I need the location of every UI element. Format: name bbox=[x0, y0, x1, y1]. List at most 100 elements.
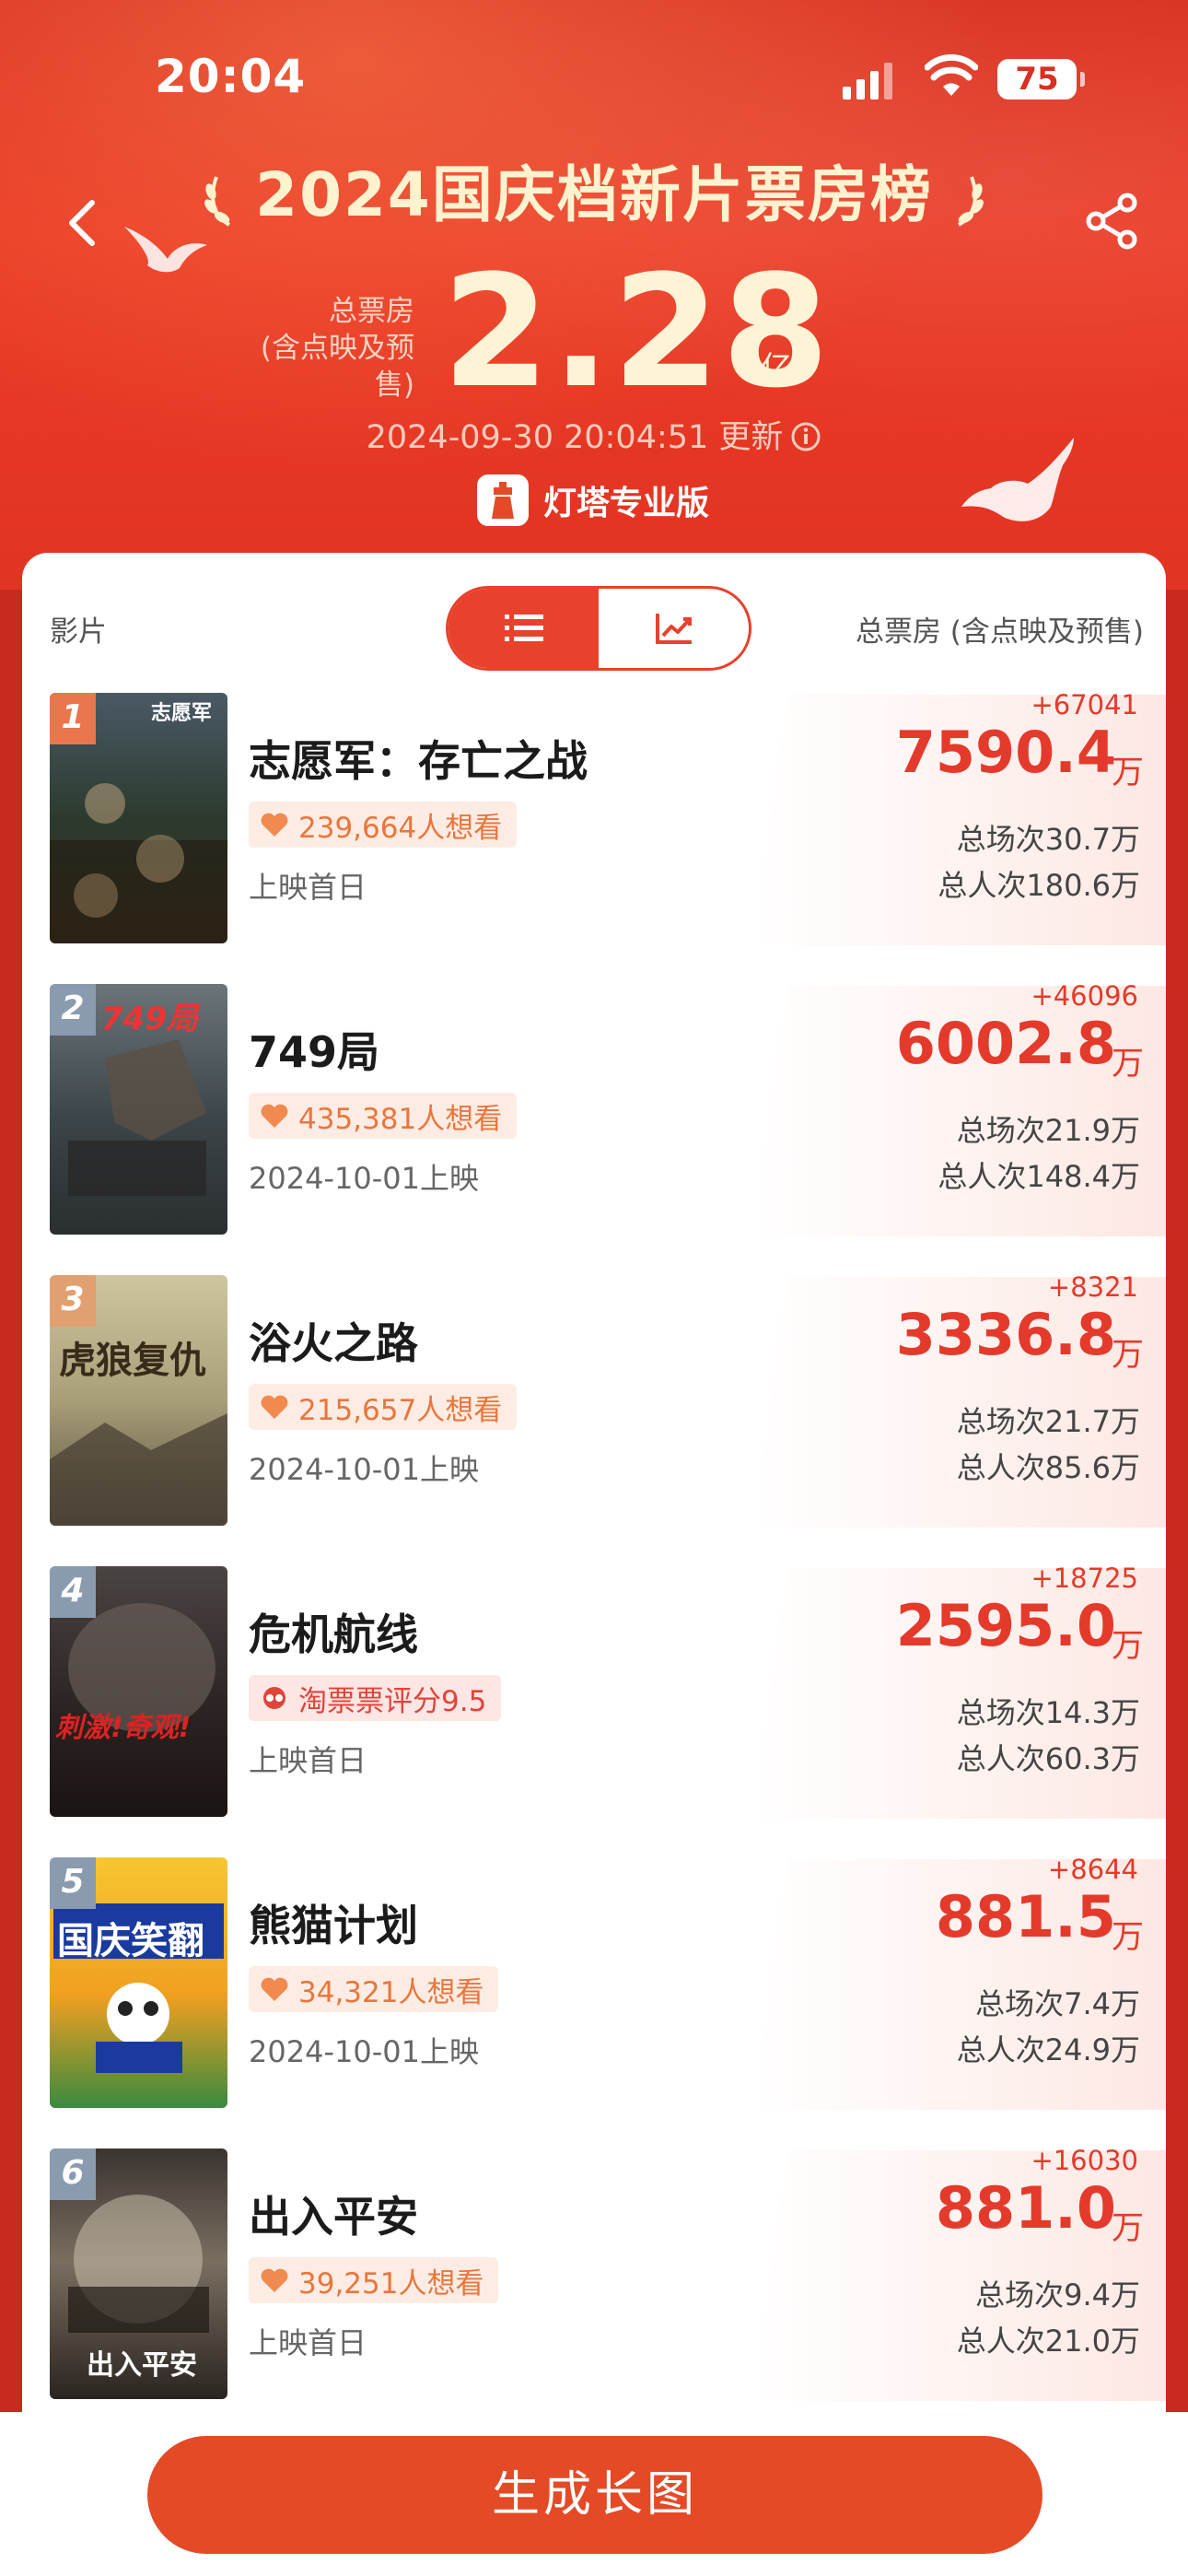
poster-title: 出入平安 bbox=[87, 2349, 197, 2382]
cellular-signal-icon bbox=[843, 63, 892, 100]
total-label-line1: 总票房 bbox=[329, 295, 414, 328]
want-badge: 34,321人想看 bbox=[249, 1966, 499, 2012]
page-title: 2024国庆档新片票房榜 bbox=[0, 146, 1188, 234]
movie-row[interactable]: 3 虎狼复仇 浴火之路 215,657人想看 2024-10-01上映 +832… bbox=[22, 1271, 1166, 1544]
list-icon bbox=[504, 615, 543, 641]
poster-title: 虎狼复仇 bbox=[59, 1340, 206, 1382]
rank-badge: 4 bbox=[50, 1566, 96, 1618]
view-toggle bbox=[446, 586, 751, 671]
total-shows: 总场次9.4万 bbox=[975, 2277, 1140, 2313]
movie-row[interactable]: 6 出入平安 出入平安 39,251人想看 上映首日 +16030 881.0 … bbox=[22, 2145, 1166, 2418]
movie-row[interactable]: 1 志愿军 志愿军：存亡之战 239,664人想看 上映首日 +67041 75… bbox=[22, 689, 1166, 962]
movie-name: 熊猫计划 bbox=[249, 1901, 418, 1950]
total-box-office-label: 总票房 (含点映及预售) bbox=[221, 293, 414, 404]
generate-long-image-button[interactable]: 生成长图 bbox=[147, 2436, 1042, 2554]
total-box-office-value: 2.28 bbox=[442, 241, 832, 422]
movie-name: 749局 bbox=[249, 1027, 380, 1077]
want-count: 34,321人想看 bbox=[298, 1975, 484, 2009]
realtime-delta: +18725 bbox=[1031, 1563, 1138, 1594]
chart-view-tab[interactable] bbox=[599, 589, 749, 668]
brand-badge: 灯塔专业版 bbox=[477, 474, 709, 527]
heart-icon bbox=[261, 813, 288, 837]
realtime-delta: +16030 bbox=[1031, 2145, 1138, 2176]
bottom-bar: 生成长图 bbox=[0, 2412, 1188, 2576]
total-shows: 总场次21.7万 bbox=[956, 1404, 1140, 1439]
movie-poster: 3 虎狼复仇 bbox=[50, 1275, 227, 1526]
rank-badge: 6 bbox=[50, 2149, 96, 2200]
poster-title: 749局 bbox=[101, 1001, 198, 1037]
list-view-tab[interactable] bbox=[448, 589, 599, 668]
box-office-unit: 万 bbox=[1111, 755, 1144, 791]
title-text: 2024国庆档新片票房榜 bbox=[255, 159, 933, 230]
battery-indicator: 75 bbox=[997, 59, 1085, 100]
want-badge: 239,664人想看 bbox=[249, 802, 518, 848]
total-admissions: 总人次60.3万 bbox=[956, 1741, 1140, 1776]
box-office-unit: 万 bbox=[1111, 2210, 1144, 2247]
rank-badge: 3 bbox=[50, 1275, 96, 1327]
box-office-unit: 万 bbox=[1111, 1919, 1144, 1956]
release-info: 上映首日 bbox=[249, 1743, 367, 1778]
poster-title: 国庆笑翻 bbox=[57, 1920, 204, 1962]
total-shows: 总场次14.3万 bbox=[956, 1695, 1140, 1730]
brand-name: 灯塔专业版 bbox=[543, 485, 710, 522]
ranking-card: 影片 总票房 (含点映及预售) 1 志愿军 志愿军：存亡之战 239,664人想… bbox=[22, 553, 1166, 2576]
laurel-right-icon bbox=[957, 176, 984, 227]
total-box-office-unit: 亿 bbox=[761, 350, 792, 387]
movie-row[interactable]: 4 刺激!奇观! 危机航线 淘票票评分9.5 上映首日 +18725 2595.… bbox=[22, 1563, 1166, 1835]
want-count: 39,251人想看 bbox=[298, 2266, 484, 2301]
box-office-value: 2595.0 bbox=[895, 1592, 1116, 1659]
total-admissions: 总人次148.4万 bbox=[938, 1159, 1140, 1194]
want-badge: 435,381人想看 bbox=[249, 1093, 518, 1139]
poster-title: 刺激!奇观! bbox=[55, 1712, 192, 1744]
want-badge: 215,657人想看 bbox=[249, 1384, 518, 1430]
movie-poster: 2 749局 bbox=[50, 984, 227, 1235]
heart-icon bbox=[261, 2268, 288, 2292]
poster-title: 志愿军 bbox=[151, 702, 213, 725]
total-admissions: 总人次24.9万 bbox=[956, 2032, 1140, 2067]
total-shows: 总场次30.7万 bbox=[956, 822, 1140, 857]
total-admissions: 总人次180.6万 bbox=[938, 868, 1140, 903]
column-header-movie: 影片 bbox=[50, 615, 107, 649]
movie-poster: 4 刺激!奇观! bbox=[50, 1566, 227, 1817]
status-time: 20:04 bbox=[155, 50, 307, 103]
movie-row[interactable]: 2 749局 749局 435,381人想看 2024-10-01上映 +460… bbox=[22, 980, 1166, 1253]
laurel-left-icon bbox=[204, 176, 231, 227]
box-office-unit: 万 bbox=[1111, 1628, 1144, 1665]
total-label-line2: (含点映及预售) bbox=[260, 332, 414, 402]
box-office-value: 881.0 bbox=[935, 2174, 1116, 2242]
rank-badge: 5 bbox=[50, 1857, 96, 1909]
box-office-unit: 万 bbox=[1111, 1046, 1144, 1083]
movie-name: 志愿军：存亡之战 bbox=[249, 736, 588, 786]
release-info: 上映首日 bbox=[249, 2325, 367, 2360]
box-office-value: 3336.8 bbox=[895, 1301, 1116, 1368]
want-count: 435,381人想看 bbox=[298, 1102, 503, 1136]
header-banner: 20:04 75 2024国庆档新片票房榜 总票房 (含点映及预售) 2.28 … bbox=[0, 0, 1188, 590]
movie-poster: 1 志愿军 bbox=[50, 693, 227, 943]
rank-badge: 1 bbox=[50, 693, 96, 744]
lighthouse-logo-icon bbox=[477, 474, 529, 526]
box-office-unit: 万 bbox=[1111, 1337, 1144, 1374]
want-badge: 39,251人想看 bbox=[249, 2257, 499, 2303]
rating-text: 淘票票评分9.5 bbox=[298, 1684, 487, 1718]
want-count: 215,657人想看 bbox=[298, 1393, 503, 1427]
trend-chart-icon bbox=[655, 614, 692, 644]
box-office-value: 6002.8 bbox=[895, 1010, 1116, 1077]
rank-badge: 2 bbox=[50, 984, 96, 1036]
heart-icon bbox=[261, 1395, 288, 1419]
update-text: 2024-09-30 20:04:51 更新 bbox=[366, 419, 784, 456]
movie-row[interactable]: 5 国庆笑翻 熊猫计划 34,321人想看 2024-10-01上映 +8644… bbox=[22, 1854, 1166, 2126]
column-header-box-office: 总票房 (含点映及预售) bbox=[855, 615, 1144, 649]
release-info: 2024-10-01上映 bbox=[249, 1452, 479, 1487]
total-shows: 总场次21.9万 bbox=[956, 1113, 1140, 1148]
realtime-delta: +8644 bbox=[1047, 1854, 1138, 1885]
release-info: 2024-10-01上映 bbox=[249, 1161, 479, 1196]
info-icon[interactable] bbox=[790, 421, 821, 452]
movie-poster: 6 出入平安 bbox=[50, 2149, 227, 2399]
total-admissions: 总人次21.0万 bbox=[956, 2324, 1140, 2359]
movie-name: 出入平安 bbox=[249, 2192, 418, 2242]
total-shows: 总场次7.4万 bbox=[975, 1986, 1140, 2021]
update-time: 2024-09-30 20:04:51 更新 bbox=[0, 411, 1188, 458]
box-office-value: 881.5 bbox=[935, 1883, 1116, 1950]
heart-icon bbox=[261, 1104, 288, 1128]
movie-name: 危机航线 bbox=[249, 1610, 418, 1659]
